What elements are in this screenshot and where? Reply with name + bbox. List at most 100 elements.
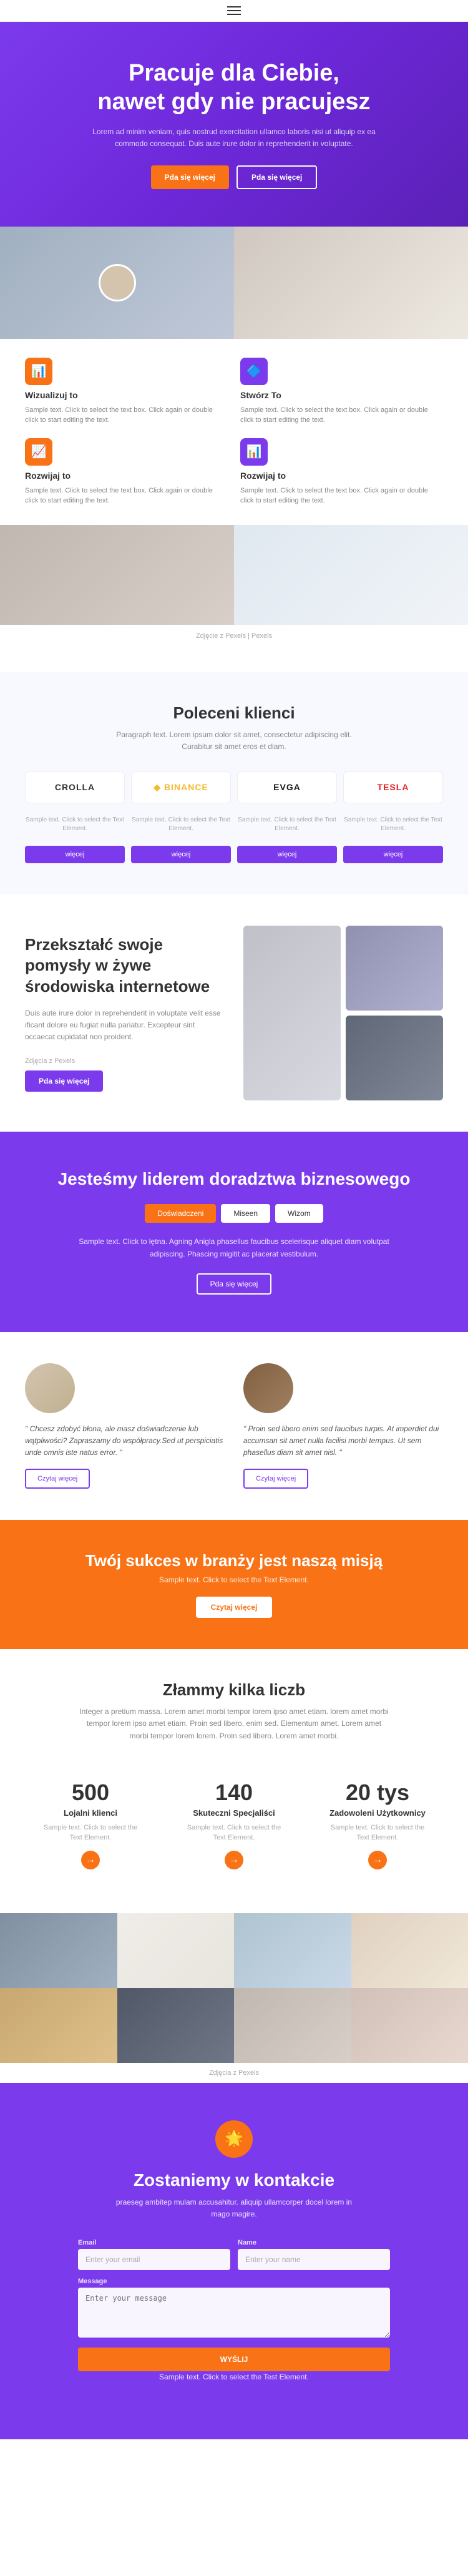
- numbers-title: Złammy kilka liczb: [25, 1680, 443, 1700]
- gallery-cell-1: [0, 1913, 117, 1988]
- feature-item-1: 📊 Wizualizuj to Sample text. Click to se…: [25, 358, 228, 426]
- client-btn-2[interactable]: więcej: [131, 846, 231, 863]
- transform-photo-3: [346, 1016, 443, 1100]
- leadership-text: Sample text. Click to łętna. Agning Anig…: [78, 1235, 390, 1261]
- number-text-2: Sample text. Click to select the Text El…: [181, 1823, 287, 1843]
- client-logo-binance: ◆ BINANCE: [131, 771, 231, 803]
- leadership-tabs: Doświadczeni Miseen Wizom: [25, 1204, 443, 1223]
- feature-title-1: Wizualizuj to: [25, 390, 228, 400]
- name-field-wrapper: Name: [238, 2239, 390, 2270]
- number-label-3: Zadowoleni Użytkownicy: [324, 1808, 431, 1818]
- client-sample-3: Sample text. Click to select the Text El…: [237, 816, 337, 833]
- client-logo-evga: EVGA: [237, 771, 337, 803]
- number-value-3: 20 tys: [324, 1780, 431, 1806]
- client-logo-tesla-text: TESLA: [378, 782, 409, 792]
- name-input[interactable]: [238, 2249, 390, 2270]
- features-caption: Zdjęcie z Pexels | Pexels: [0, 625, 468, 647]
- testimonial-quote-2: " Proin sed libero enim sed faucibus tur…: [243, 1423, 443, 1459]
- testimonial-2: " Proin sed libero enim sed faucibus tur…: [243, 1363, 443, 1489]
- feature-text-1: Sample text. Click to select the text bo…: [25, 405, 228, 426]
- testimonial-avatar-2: [243, 1363, 293, 1413]
- client-sample-1: Sample text. Click to select the Text El…: [25, 816, 125, 833]
- client-btn-1[interactable]: więcej: [25, 846, 125, 863]
- feature-item-2: 🔷 Stwórz To Sample text. Click to select…: [240, 358, 443, 426]
- contact-form-row1: Email Name: [78, 2239, 390, 2270]
- numbers-section: Złammy kilka liczb Integer a pretium mas…: [0, 1649, 468, 1913]
- testimonial-btn-2[interactable]: Czytaj więcej: [243, 1469, 308, 1489]
- contact-icon: 🌟: [215, 2120, 253, 2158]
- gallery-cell-3: [234, 1913, 351, 1988]
- leadership-section: Jesteśmy liderem doradztwa biznesowego D…: [0, 1132, 468, 1332]
- testimonial-avatar-1: [25, 1363, 75, 1413]
- hero-btn-secondary[interactable]: Pda się więcej: [236, 165, 317, 189]
- number-item-2: 140 Skuteczni Specjaliści Sample text. C…: [168, 1767, 300, 1882]
- transform-caption: Zdjęcia z Pexels: [25, 1056, 225, 1067]
- client-btn-4[interactable]: więcej: [343, 846, 443, 863]
- number-arrow-1[interactable]: →: [81, 1851, 100, 1869]
- tab-wizom[interactable]: Wizom: [275, 1204, 323, 1223]
- clients-title: Poleceni klienci: [25, 703, 443, 723]
- feature-icon-2: 🔷: [240, 358, 268, 385]
- transform-photo-1: [346, 926, 443, 1011]
- number-arrow-3[interactable]: →: [368, 1851, 387, 1869]
- gallery-cell-6: [117, 1988, 235, 2063]
- gallery-section: Zdjęcia z Pexels: [0, 1913, 468, 2083]
- transform-left: Przekształć swoje pomysły w żywe środowi…: [25, 934, 225, 1092]
- contact-form: Email Name Message WYŚLIJ: [78, 2239, 390, 2371]
- feature-icon-1: 📊: [25, 358, 52, 385]
- message-label: Message: [78, 2278, 390, 2285]
- number-text-3: Sample text. Click to select the Text El…: [324, 1823, 431, 1843]
- feature-text-2: Sample text. Click to select the text bo…: [240, 405, 443, 426]
- transform-section: Przekształć swoje pomysły w żywe środowi…: [0, 894, 468, 1132]
- transform-photos: [243, 926, 443, 1100]
- hamburger-menu[interactable]: [227, 6, 241, 15]
- client-sample-texts: Sample text. Click to select the Text El…: [25, 816, 443, 833]
- cta-btn[interactable]: Czytaj więcej: [196, 1597, 273, 1618]
- transform-grid: Przekształć swoje pomysły w żywe środowi…: [25, 926, 443, 1100]
- feature-text-4: Sample text. Click to select the text bo…: [240, 486, 443, 506]
- contact-footer-text: Sample text. Click to select the Test El…: [109, 2371, 359, 2383]
- testimonial-quote-1: " Chcesz zdobyć błona, ale masz doświadc…: [25, 1423, 225, 1459]
- testimonial-btn-1[interactable]: Czytaj więcej: [25, 1469, 90, 1489]
- hero-buttons: Pda się więcej Pda się więcej: [25, 165, 443, 189]
- number-value-2: 140: [181, 1780, 287, 1806]
- testimonials-section: " Chcesz zdobyć błona, ale masz doświadc…: [0, 1332, 468, 1521]
- features-section: 📊 Wizualizuj to Sample text. Click to se…: [0, 227, 468, 672]
- feature-title-4: Rozwijaj to: [240, 471, 443, 481]
- client-sample-2: Sample text. Click to select the Text El…: [131, 816, 231, 833]
- leadership-btn[interactable]: Pda się więcej: [197, 1273, 272, 1295]
- client-logo-crolla-text: CROLLA: [55, 782, 95, 792]
- cta-title: Twój sukces w branży jest naszą misją: [25, 1551, 443, 1570]
- number-item-1: 500 Lojalni klienci Sample text. Click t…: [25, 1767, 156, 1882]
- feature-title-3: Rozwijaj to: [25, 471, 228, 481]
- leadership-title: Jesteśmy liderem doradztwa biznesowego: [25, 1169, 443, 1189]
- transform-photo-2: [243, 926, 341, 1100]
- message-input[interactable]: [78, 2288, 390, 2338]
- number-item-3: 20 tys Zadowoleni Użytkownicy Sample tex…: [312, 1767, 443, 1882]
- hero-section: Pracuje dla Ciebie, nawet gdy nie pracuj…: [0, 22, 468, 227]
- submit-button[interactable]: WYŚLIJ: [78, 2348, 390, 2371]
- tab-doswiadczeni[interactable]: Doświadczeni: [145, 1204, 216, 1223]
- transform-btn[interactable]: Pda się więcej: [25, 1070, 103, 1092]
- contact-title: Zostaniemy w kontakcie: [25, 2170, 443, 2190]
- hero-btn-primary[interactable]: Pda się więcej: [151, 165, 229, 189]
- hero-subtitle: Lorem ad minim veniam, quis nostrud exer…: [78, 126, 390, 150]
- tab-miseen[interactable]: Miseen: [221, 1204, 270, 1223]
- cta-subtitle: Sample text. Click to select the Text El…: [25, 1575, 443, 1584]
- feature-icon-4: 📊: [240, 438, 268, 466]
- number-label-1: Lojalni klienci: [37, 1808, 144, 1818]
- email-input[interactable]: [78, 2249, 230, 2270]
- feature-item-3: 📈 Rozwijaj to Sample text. Click to sele…: [25, 438, 228, 506]
- testimonial-1: " Chcesz zdobyć błona, ale masz doświadc…: [25, 1363, 225, 1489]
- email-field-wrapper: Email: [78, 2239, 230, 2270]
- client-btn-3[interactable]: więcej: [237, 846, 337, 863]
- gallery-cell-2: [117, 1913, 235, 1988]
- gallery-caption: Zdjęcia z Pexels: [0, 2063, 468, 2083]
- gallery-cell-4: [351, 1913, 468, 1988]
- clients-section: Poleceni klienci Paragraph text. Lorem i…: [0, 672, 468, 894]
- gallery-cell-5: [0, 1988, 117, 2063]
- email-label: Email: [78, 2239, 230, 2246]
- feature-text-3: Sample text. Click to select the text bo…: [25, 486, 228, 506]
- number-arrow-2[interactable]: →: [225, 1851, 243, 1869]
- client-sample-4: Sample text. Click to select the Text El…: [343, 816, 443, 833]
